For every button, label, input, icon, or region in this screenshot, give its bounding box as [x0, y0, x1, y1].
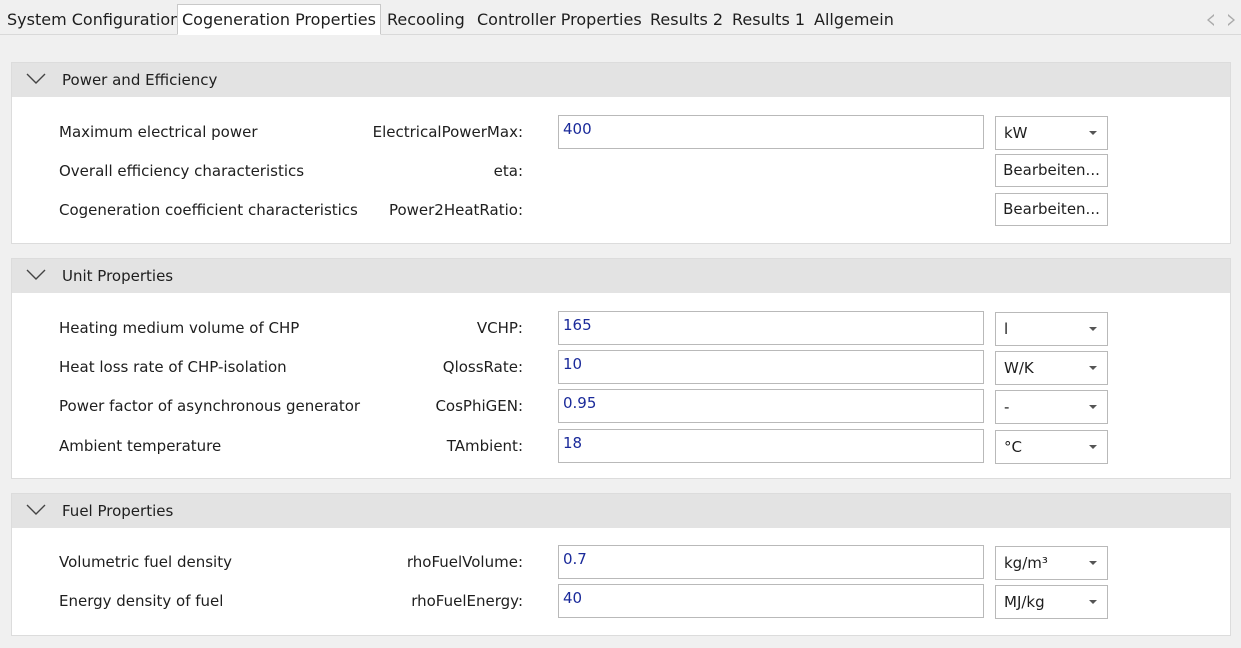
vchp-input[interactable]: 165 — [558, 311, 984, 345]
tab-cogeneration-properties[interactable]: Cogeneration Properties — [177, 4, 381, 35]
dropdown-arrow-icon — [1089, 561, 1097, 565]
field-label: Heat loss rate of CHP-isolation — [59, 358, 287, 376]
parameter-name: CosPhiGEN: — [435, 397, 523, 415]
field-label: Power factor of asynchronous generator — [59, 397, 361, 415]
group-power-and-efficiency: Power and Efficiency Maximum electrical … — [11, 62, 1231, 244]
group-title: Fuel Properties — [62, 502, 174, 520]
field-label: Energy density of fuel — [59, 592, 224, 610]
parameter-name: QlossRate: — [442, 358, 523, 376]
unit-value: kg/m³ — [1004, 554, 1048, 572]
group-title: Power and Efficiency — [62, 71, 218, 89]
dropdown-arrow-icon — [1089, 445, 1097, 449]
unit-select[interactable]: - — [995, 390, 1108, 424]
parameter-name: eta: — [493, 162, 523, 180]
field-label: Heating medium volume of CHP — [59, 319, 300, 337]
dropdown-arrow-icon — [1089, 600, 1097, 604]
field-label: Cogeneration coefficient characteristics — [59, 201, 358, 219]
group-header[interactable]: Unit Properties — [12, 259, 1230, 293]
group-header[interactable]: Power and Efficiency — [12, 63, 1230, 97]
unit-select[interactable]: l — [995, 312, 1108, 346]
unit-value: l — [1004, 320, 1009, 338]
parameter-name: ElectricalPowerMax: — [372, 123, 523, 141]
field-label: Volumetric fuel density — [59, 553, 232, 571]
chevron-down-icon[interactable] — [26, 73, 46, 85]
unit-value: °C — [1004, 438, 1022, 456]
form-row: Cogeneration coefficient characteristics… — [12, 193, 1230, 227]
tab-results-1[interactable]: Results 1 — [726, 4, 811, 35]
unit-select[interactable]: °C — [995, 430, 1108, 464]
parameter-name: rhoFuelVolume: — [406, 553, 523, 571]
edit-power2heatratio-button[interactable]: Bearbeiten... — [995, 193, 1108, 226]
form-row: Energy density of fuel rhoFuelEnergy: 40… — [12, 584, 1230, 619]
form-row: Maximum electrical power ElectricalPower… — [12, 115, 1230, 150]
parameter-name: Power2HeatRatio: — [388, 201, 523, 219]
parameter-name: TAmbient: — [446, 437, 523, 455]
form-row: Overall efficiency characteristics eta: … — [12, 154, 1230, 188]
field-label: Maximum electrical power — [59, 123, 258, 141]
field-label: Overall efficiency characteristics — [59, 162, 305, 180]
qlossrate-input[interactable]: 10 — [558, 350, 984, 384]
edit-eta-button[interactable]: Bearbeiten... — [995, 154, 1108, 187]
group-unit-properties: Unit Properties Heating medium volume of… — [11, 258, 1231, 479]
chevron-down-icon[interactable] — [26, 504, 46, 516]
parameter-name: VCHP: — [476, 319, 523, 337]
unit-value: - — [1004, 398, 1010, 416]
form-row: Ambient temperature TAmbient: 18 °C — [12, 429, 1230, 464]
form-row: Heating medium volume of CHP VCHP: 165 l — [12, 311, 1230, 346]
rhofuelvolume-input[interactable]: 0.7 — [558, 545, 984, 579]
group-title: Unit Properties — [62, 267, 174, 285]
rhofuelenergy-input[interactable]: 40 — [558, 584, 984, 618]
tambient-input[interactable]: 18 — [558, 429, 984, 463]
group-fuel-properties: Fuel Properties Volumetric fuel density … — [11, 493, 1231, 636]
unit-value: kW — [1004, 124, 1028, 142]
cosphigen-input[interactable]: 0.95 — [558, 389, 984, 423]
unit-value: MJ/kg — [1004, 593, 1045, 611]
tab-results-2[interactable]: Results 2 — [644, 4, 729, 35]
tab-bar: System Configuration Cogeneration Proper… — [0, 4, 1241, 35]
unit-select[interactable]: kg/m³ — [995, 546, 1108, 580]
tab-system-configuration[interactable]: System Configuration — [1, 4, 186, 35]
dropdown-arrow-icon — [1089, 405, 1097, 409]
dropdown-arrow-icon — [1089, 131, 1097, 135]
dropdown-arrow-icon — [1089, 366, 1097, 370]
unit-select[interactable]: kW — [995, 116, 1108, 150]
tab-recooling[interactable]: Recooling — [381, 4, 471, 35]
group-header[interactable]: Fuel Properties — [12, 494, 1230, 528]
tab-controller-properties[interactable]: Controller Properties — [471, 4, 648, 35]
dropdown-arrow-icon — [1089, 327, 1097, 331]
parameter-name: rhoFuelEnergy: — [411, 592, 523, 610]
chevron-right-icon[interactable] — [1228, 14, 1235, 26]
form-row: Volumetric fuel density rhoFuelVolume: 0… — [12, 545, 1230, 580]
chevron-down-icon[interactable] — [26, 269, 46, 281]
field-label: Ambient temperature — [59, 437, 222, 455]
tab-allgemein[interactable]: Allgemein — [808, 4, 900, 35]
electrical-power-max-input[interactable]: 400 — [558, 115, 984, 149]
chevron-left-icon[interactable] — [1207, 14, 1214, 26]
form-row: Power factor of asynchronous generator C… — [12, 389, 1230, 424]
unit-value: W/K — [1004, 359, 1034, 377]
form-row: Heat loss rate of CHP-isolation QlossRat… — [12, 350, 1230, 385]
unit-select[interactable]: MJ/kg — [995, 585, 1108, 619]
unit-select[interactable]: W/K — [995, 351, 1108, 385]
